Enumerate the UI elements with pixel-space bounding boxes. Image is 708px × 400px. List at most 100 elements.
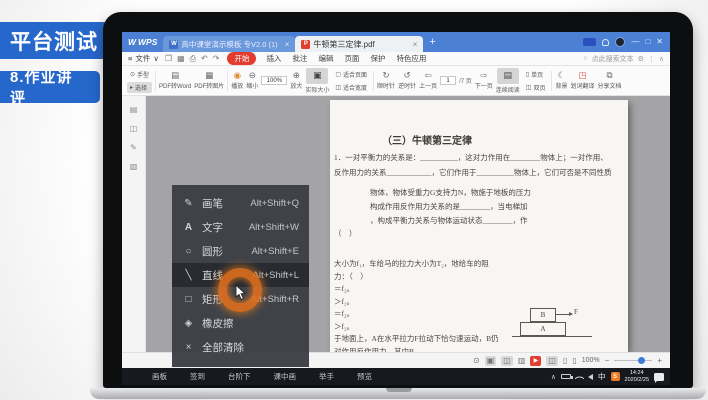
avatar[interactable]	[615, 37, 625, 47]
menu-start[interactable]: 开始	[227, 52, 256, 65]
rectangle-icon: □	[182, 294, 195, 305]
hand-tool[interactable]: ⊙ 手型	[127, 69, 152, 80]
taskbar: 画板 签到 台阶下 课中画 举手 预览 ∧ 中 S 14:24 20	[122, 368, 670, 385]
thumbnail-icon[interactable]: ◫	[130, 124, 138, 133]
sogou-input-icon[interactable]: S	[611, 372, 620, 381]
save-icon[interactable]: ▦	[177, 54, 185, 64]
taskbar-item-board[interactable]: 画板	[152, 371, 167, 382]
play-slideshow-icon[interactable]: ▶	[530, 356, 541, 366]
taskbar-item-signin[interactable]: 签到	[190, 371, 205, 382]
prev-page-button[interactable]: ⇦ 上一页	[419, 71, 437, 90]
actual-size-button[interactable]: ▣ 实际大小	[305, 68, 329, 94]
rotate-ccw-button[interactable]: ↺ 逆时针	[398, 71, 416, 90]
settings-gear-icon[interactable]: ⚙	[638, 55, 644, 63]
page-actual-icon[interactable]: ▯	[572, 357, 576, 365]
undo-icon[interactable]: ↶	[201, 54, 208, 64]
doc-section-title: （三）牛顿第三定律	[382, 132, 472, 147]
menu-edit[interactable]: 编辑	[318, 53, 333, 64]
zoom-plus-icon[interactable]: +	[657, 357, 662, 365]
zoom-out-button[interactable]: ⊖ 缩小	[246, 71, 258, 90]
open-icon[interactable]: ❐	[165, 54, 172, 64]
taskbar-item-stage[interactable]: 台阶下	[228, 371, 251, 382]
chevron-down-icon: ∨	[153, 54, 159, 63]
book-mode-icon[interactable]: ▥	[518, 357, 526, 365]
zoom-minus-icon[interactable]: −	[605, 357, 610, 365]
layout-single-icon[interactable]: ◫	[501, 356, 513, 366]
document-tab-active[interactable]: P 牛顿第三定律.pdf ×	[295, 36, 423, 52]
pdf-to-image-button[interactable]: ▦ PDF转图片	[194, 71, 224, 90]
eraser-icon: ◈	[182, 318, 195, 329]
redo-icon[interactable]: ↷	[213, 54, 220, 64]
search-box[interactable]: ○ 点此搜索文本 ⚙ ⋮ ∧	[583, 54, 670, 64]
print-icon[interactable]: ⎙	[190, 54, 196, 64]
system-tray: ∧ 中 S 14:24 2020/2/25	[551, 370, 670, 384]
left-panel-rail: ▤ ◫ ✎ ▧	[122, 96, 146, 352]
zoom-in-button[interactable]: ⊕ 放大	[290, 71, 302, 90]
tray-expand-icon[interactable]: ∧	[551, 373, 556, 381]
clear-all-item[interactable]: × 全部清除	[172, 335, 309, 359]
menu-pages[interactable]: 页面	[344, 53, 359, 64]
play-button[interactable]: ◉ 播放	[231, 71, 243, 90]
taskbar-item-raisehand[interactable]: 举手	[319, 371, 334, 382]
fit-page-button[interactable]: ▢ 适合页面	[332, 69, 370, 80]
double-page-button[interactable]: ◫ 双页	[523, 82, 549, 93]
clear-all-icon: ×	[182, 342, 195, 353]
actual-size-icon: ▣	[306, 68, 328, 84]
pdf-to-word-button[interactable]: ▤ PDF转Word	[159, 71, 191, 90]
annotation-list-icon[interactable]: ✎	[130, 143, 137, 152]
notification-icon[interactable]	[654, 373, 664, 381]
collapse-ribbon-icon[interactable]: ∧	[659, 55, 664, 63]
photo-background: 平台测试 8.作业讲评 W WPS W 高中课堂演示模板 专V2.0 (1) ×…	[0, 0, 708, 400]
bookmark-icon[interactable]: ▧	[130, 162, 138, 171]
share-button[interactable]: ⧉ 分享文档	[598, 71, 622, 90]
pdf-page: （三）牛顿第三定律 1．一对平衡力的关系是：__________，这对力作用在_…	[330, 100, 628, 352]
menu-protect[interactable]: 保护	[370, 53, 385, 64]
page-number-input[interactable]: 1	[440, 76, 456, 85]
page-fit-icon[interactable]: ◫	[546, 356, 558, 366]
member-badge-icon[interactable]	[583, 38, 596, 46]
background-button[interactable]: ☾ 背景	[555, 71, 567, 90]
battery-icon[interactable]	[561, 374, 571, 379]
rotate-cw-icon: ↻	[382, 71, 389, 80]
taskbar-item-preview[interactable]: 预览	[357, 371, 372, 382]
tab-close-icon[interactable]: ×	[285, 40, 290, 49]
page-width-icon[interactable]: ▯	[563, 357, 567, 365]
circle-tool-item[interactable]: ○ 圆形 Alt+Shift+E	[172, 239, 309, 263]
bell-icon[interactable]	[602, 39, 609, 46]
menu-comment[interactable]: 批注	[292, 53, 307, 64]
eraser-tool-item[interactable]: ◈ 橡皮擦	[172, 311, 309, 335]
taskbar-clock[interactable]: 14:24 2020/2/25	[625, 370, 649, 384]
wifi-icon[interactable]	[575, 373, 585, 383]
maximize-button[interactable]: □	[645, 38, 650, 46]
more-icon[interactable]: ⋮	[648, 55, 655, 63]
rotate-cw-button[interactable]: ↻ 顺时针	[377, 71, 395, 90]
ime-indicator[interactable]: 中	[598, 371, 606, 382]
reader-mode-icon[interactable]: ⊙	[473, 357, 480, 365]
menu-insert[interactable]: 插入	[266, 53, 281, 64]
pen-tool-item[interactable]: ✎ 画笔 Alt+Shift+Q	[172, 191, 309, 215]
next-page-button[interactable]: ⇨ 下一页	[475, 71, 493, 90]
file-menu[interactable]: ≡ 文件 ∨	[122, 53, 165, 64]
zoom-in-icon: ⊕	[293, 71, 300, 80]
speaker-icon[interactable]	[588, 374, 593, 380]
doc-paragraph: 1．一对平衡力的关系是：__________，这对力作用在________物体上…	[334, 150, 624, 180]
document-tab-inactive[interactable]: W 高中课堂演示模板 专V2.0 (1) ×	[163, 36, 295, 52]
zoom-slider[interactable]	[614, 360, 652, 362]
minimize-button[interactable]: —	[631, 38, 639, 46]
outline-icon[interactable]: ▤	[130, 105, 138, 114]
new-tab-button[interactable]: +	[423, 36, 441, 48]
continuous-read-button[interactable]: ▤ 连续阅读	[496, 68, 520, 94]
tab-close-icon[interactable]: ×	[413, 40, 418, 49]
translate-button[interactable]: ◳ 划词翻译	[571, 71, 595, 90]
toolbar: ⊙ 手型 ▸ 选择 ▤ PDF转Word ▦ PDF转图片	[122, 66, 670, 96]
single-page-button[interactable]: ▯ 单页	[523, 69, 549, 80]
select-tool[interactable]: ▸ 选择	[127, 82, 152, 93]
text-tool-item[interactable]: A 文字 Alt+Shift+W	[172, 215, 309, 239]
menu-special[interactable]: 特色应用	[396, 53, 426, 64]
fit-width-button[interactable]: ◫ 适合宽度	[332, 82, 370, 93]
zoom-slider-knob[interactable]	[638, 357, 645, 364]
zoom-level-input[interactable]: 100%	[261, 76, 287, 85]
layout-continuous-icon[interactable]: ▣	[485, 356, 497, 366]
taskbar-item-classview[interactable]: 课中画	[274, 371, 297, 382]
close-button[interactable]: ✕	[656, 38, 663, 46]
